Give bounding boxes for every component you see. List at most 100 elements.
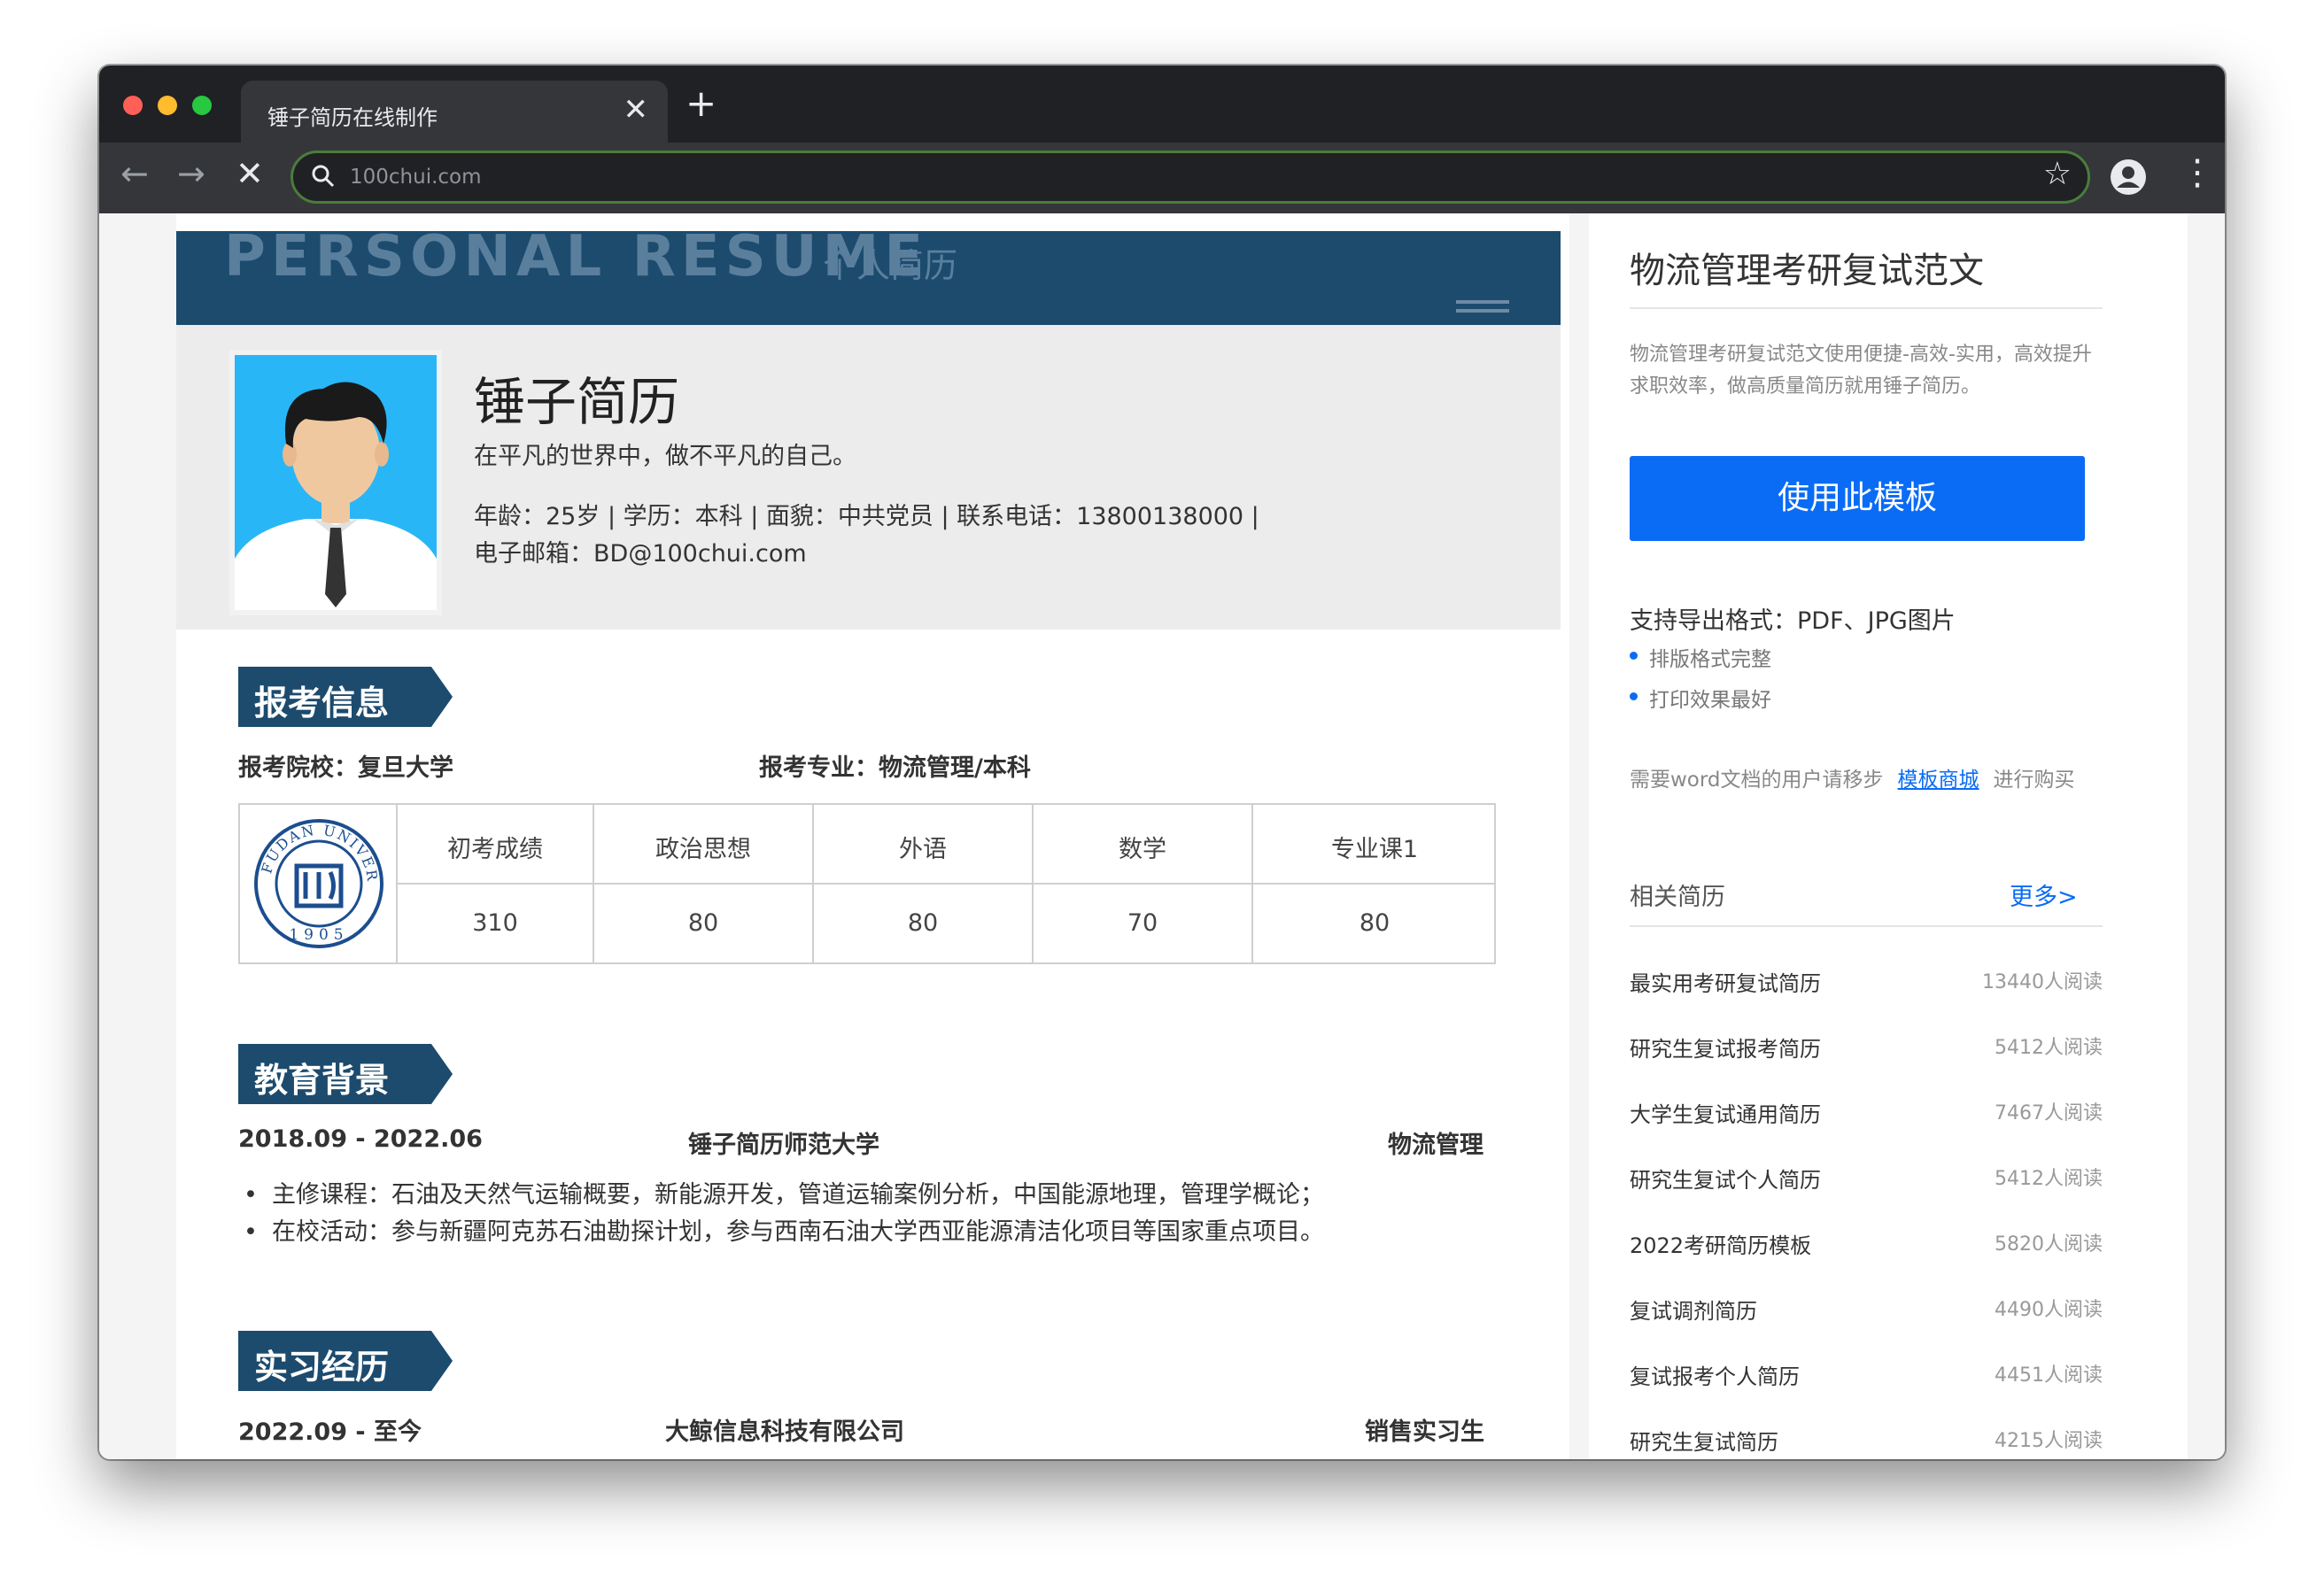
edu-major: 物流管理 [1388,1132,1483,1159]
forward-arrow-icon[interactable]: → [177,157,205,190]
stop-loading-icon[interactable]: ✕ [236,157,264,190]
divider [1630,307,2103,309]
close-window-button[interactable] [123,96,143,115]
read-count: 5412人阅读 [1995,1037,2103,1059]
section-header-edu: 教育背景 [238,1044,453,1104]
toolbar: ← → ✕ 100chui.com ☆ ⋮ [99,143,2225,213]
edu-period: 2018.09 - 2022.06 [238,1125,483,1153]
browser-window: 锤子简历在线制作 ✕ + ← → ✕ 100chui.com ☆ ⋮ PERSO… [99,66,2225,1459]
address-bar[interactable]: 100chui.com ☆ [290,151,2090,204]
resume-info-line1: 年龄：25岁 | 学历：本科 | 面貌：中共党员 | 联系电话：13800138… [474,503,1259,530]
section-header-intern: 实习经历 [238,1331,453,1391]
logo-year: 1905 [289,926,348,944]
avatar [229,350,442,615]
table-cell: 80 [687,909,719,937]
table-cell: 310 [472,909,518,937]
related-resume-name[interactable]: 研究生复试个人简历 [1630,1163,1821,1194]
resume-header: PERSONAL RESUME 个人简历 [176,224,1561,325]
more-link[interactable]: 更多> [2010,877,2078,912]
browser-menu-icon[interactable]: ⋮ [2180,155,2215,190]
read-count: 4490人阅读 [1995,1299,2103,1321]
word-notice: 需要word文档的用户请移步 模板商城 进行购买 [1630,762,2075,792]
edu-bullet-list: 主修课程：石油及天然气运输概要，新能源开发，管道运输案例分析，中国能源地理，管理… [238,1177,1478,1251]
section-title: 教育背景 [254,1061,390,1100]
section-title: 实习经历 [254,1348,390,1387]
read-count: 5820人阅读 [1995,1233,2103,1256]
related-resume-item[interactable]: 2022考研简历模板 5820人阅读 [1630,1228,2103,1264]
search-icon [312,165,335,188]
apply-school: 报考院校：复旦大学 [238,754,453,782]
tab-bar: 锤子简历在线制作 ✕ + [99,66,2225,143]
web-page: PERSONAL RESUME 个人简历 锤子简历 在平凡的世界中，做不平凡的自… [99,213,2225,1459]
word-prefix: 需要word文档的用户请移步 [1630,769,1884,792]
close-tab-icon[interactable]: ✕ [624,95,649,125]
related-resume-item[interactable]: 复试调剂简历 4490人阅读 [1630,1294,2103,1329]
related-resume-name[interactable]: 复试报考个人简历 [1630,1359,1800,1390]
related-resume-name[interactable]: 2022考研简历模板 [1630,1228,1811,1259]
back-arrow-icon[interactable]: ← [120,157,149,190]
resume-motto: 在平凡的世界中，做不平凡的自己。 [474,443,856,470]
resume-preview: PERSONAL RESUME 个人简历 锤子简历 在平凡的世界中，做不平凡的自… [176,213,1569,1459]
list-item: 在校活动：参与新疆阿克苏石油勘探计划，参与西南石油大学西亚能源清洁化项目等国家重… [238,1214,1478,1251]
profile-icon[interactable] [2110,158,2147,196]
template-description: 物流管理考研复试范文使用便捷-高效-实用，高效提升求职效率，做高质量简历就用锤子… [1630,344,2092,398]
table-header-cell: 数学 [1119,836,1166,863]
template-title: 物流管理考研复试范文 [1630,251,1984,291]
related-resume-name[interactable]: 复试调剂简历 [1630,1294,1757,1325]
resume-info-line2: 电子邮箱：BD@100chui.com [474,540,807,568]
university-logo-cell: FUDAN UNIVERSITY 1905 [240,805,398,962]
tab-title: 锤子简历在线制作 [267,105,438,130]
template-store-link[interactable]: 模板商城 [1898,769,1979,792]
related-resume-item[interactable]: 研究生复试个人简历 5412人阅读 [1630,1163,2103,1198]
apply-major: 报考专业：物流管理/本科 [759,754,1031,782]
section-header-apply: 报考信息 [238,667,453,727]
table-cell: 80 [907,909,939,937]
url-text[interactable]: 100chui.com [350,166,482,189]
score-table: FUDAN UNIVERSITY 1905 初考成绩 310 政治思想 80 外语 80 数… [238,803,1496,964]
section-title: 报考信息 [254,684,390,723]
related-resume-item[interactable]: 研究生复试简历 4215人阅读 [1630,1425,2103,1459]
new-tab-button[interactable]: + [686,85,717,122]
read-count: 4451人阅读 [1995,1364,2103,1387]
feature-item: 打印效果最好 [1630,683,1771,713]
table-header-cell: 专业课1 [1330,836,1419,863]
related-resume-name[interactable]: 研究生复试简历 [1630,1425,1778,1456]
word-suffix: 进行购买 [1993,769,2075,792]
read-count: 13440人阅读 [1982,971,2103,993]
list-item: 主修课程：石油及天然气运输概要，新能源开发，管道运输案例分析，中国能源地理，管理… [238,1177,1478,1214]
minimize-window-button[interactable] [158,96,177,115]
fudan-logo: FUDAN UNIVERSITY 1905 [252,817,383,948]
read-count: 7467人阅读 [1995,1102,2103,1124]
table-header-cell: 政治思想 [655,836,751,863]
profile-section: 锤子简历 在平凡的世界中，做不平凡的自己。 年龄：25岁 | 学历：本科 | 面… [176,325,1561,630]
intern-role: 销售实习生 [1365,1418,1484,1446]
related-resume-name[interactable]: 大学生复试通用简历 [1630,1097,1821,1128]
export-formats: 支持导出格式：PDF、JPG图片 [1630,607,1956,635]
table-header-cell: 外语 [899,836,947,863]
maximize-window-button[interactable] [192,96,212,115]
resume-title-cn: 个人简历 [823,246,958,285]
intern-company: 大鲸信息科技有限公司 [665,1418,904,1446]
bookmark-star-icon[interactable]: ☆ [2043,158,2072,190]
divider [1630,925,2103,927]
related-resume-item[interactable]: 最实用考研复试简历 13440人阅读 [1630,966,2103,1001]
hamburger-icon [1456,300,1509,316]
use-template-button[interactable]: 使用此模板 [1630,456,2085,541]
table-header-cell: 初考成绩 [447,836,543,863]
related-resume-item[interactable]: 复试报考个人简历 4451人阅读 [1630,1359,2103,1395]
table-cell: 70 [1127,909,1158,937]
related-resume-item[interactable]: 研究生复试报考简历 5412人阅读 [1630,1032,2103,1067]
read-count: 4215人阅读 [1995,1430,2103,1452]
related-resume-name[interactable]: 研究生复试报考简历 [1630,1032,1821,1063]
intern-period: 2022.09 - 至今 [238,1418,422,1446]
template-sidebar: 物流管理考研复试范文 物流管理考研复试范文使用便捷-高效-实用，高效提升求职效率… [1589,213,2188,1459]
related-title: 相关简历 [1630,884,1725,911]
related-resume-item[interactable]: 大学生复试通用简历 7467人阅读 [1630,1097,2103,1132]
related-resume-name[interactable]: 最实用考研复试简历 [1630,966,1821,997]
edu-school: 锤子简历师范大学 [688,1132,879,1159]
read-count: 5412人阅读 [1995,1168,2103,1190]
table-cell: 80 [1359,909,1391,937]
feature-item: 排版格式完整 [1630,642,1771,672]
tab-active[interactable]: 锤子简历在线制作 ✕ [241,81,668,143]
resume-name: 锤子简历 [474,372,680,432]
